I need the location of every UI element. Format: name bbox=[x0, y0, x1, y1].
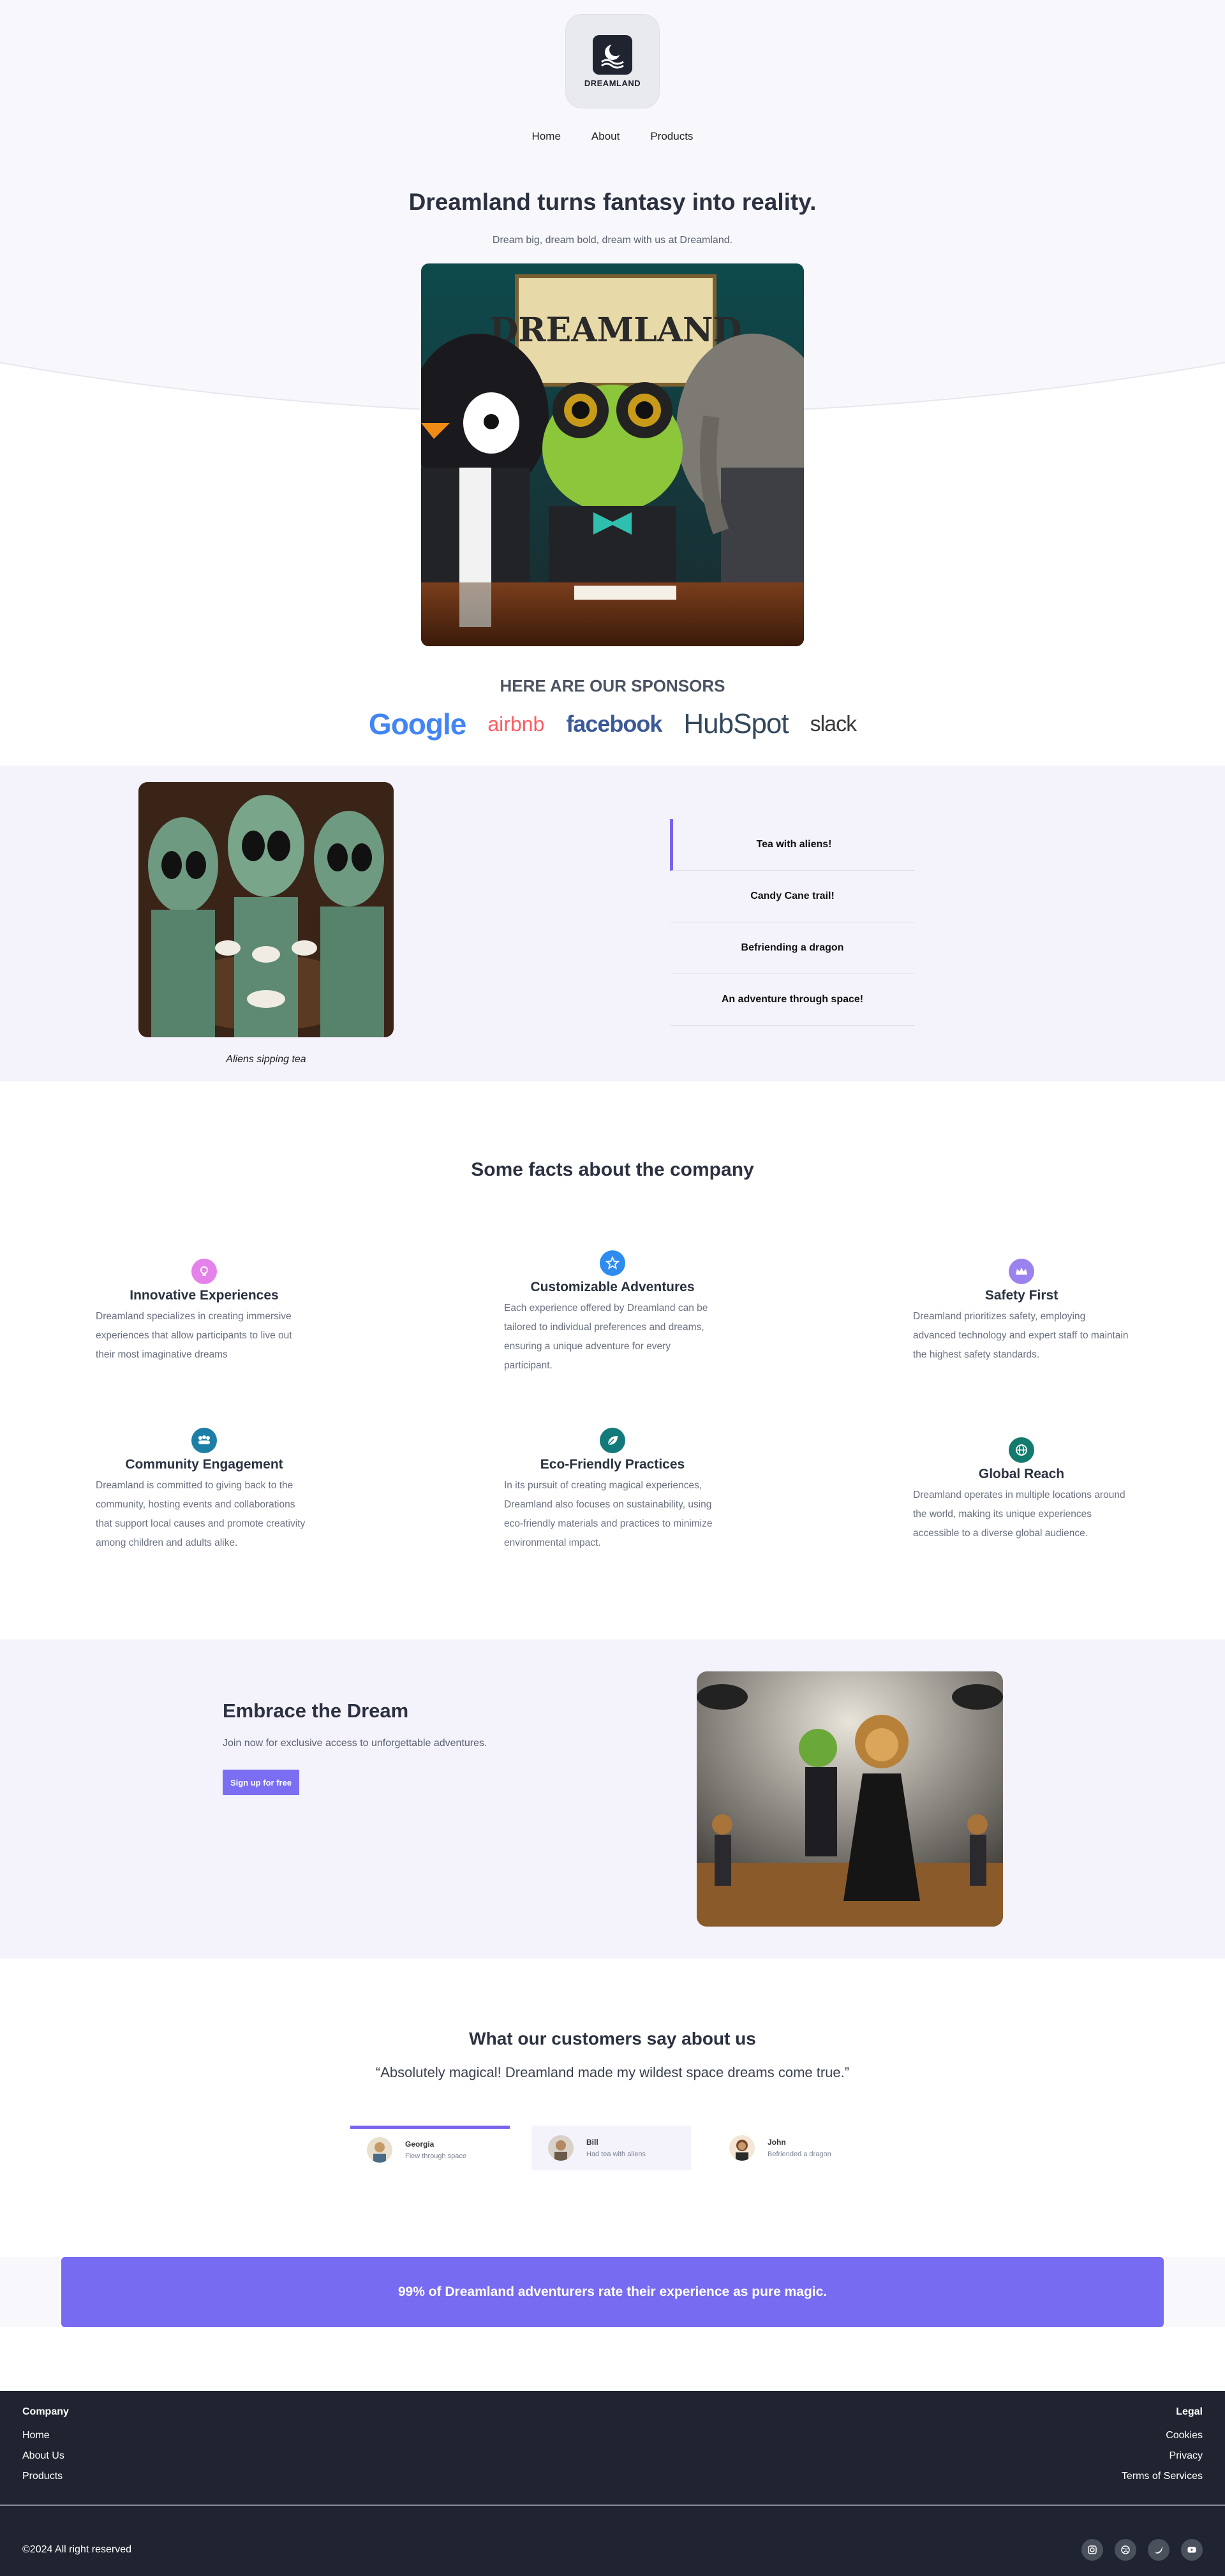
testimonial-name: John bbox=[768, 2138, 786, 2147]
fact-title: Customizable Adventures bbox=[530, 1280, 695, 1294]
testimonial-quote: “Absolutely magical! Dreamland made my w… bbox=[375, 2064, 850, 2080]
fact-text: In its pursuit of creating magical exper… bbox=[504, 1480, 713, 1548]
people-icon bbox=[191, 1428, 217, 1453]
fact-text: Dreamland specializes in creating immers… bbox=[96, 1311, 292, 1360]
footer: Company Home About Us Products Legal Coo… bbox=[0, 2391, 1225, 2576]
nav-home-link[interactable]: Home bbox=[532, 130, 561, 143]
slack-logo: slack bbox=[810, 711, 857, 736]
fact-card: Global Reach Dreamland operates in multi… bbox=[913, 1437, 1130, 1543]
footer-link-terms[interactable]: Terms of Services bbox=[1122, 2466, 1203, 2487]
fact-text: Dreamland prioritizes safety, employing … bbox=[913, 1311, 1129, 1360]
footer-link-products[interactable]: Products bbox=[22, 2466, 69, 2487]
sponsors-section: HERE ARE OUR SPONSORS Google airbnb face… bbox=[0, 657, 1225, 766]
footer-link-privacy[interactable]: Privacy bbox=[1122, 2446, 1203, 2466]
globe-icon bbox=[1009, 1437, 1034, 1463]
testimonial-card-bill[interactable]: Bill Had tea with aliens bbox=[531, 2126, 691, 2170]
youtube-icon[interactable] bbox=[1181, 2539, 1203, 2561]
stat-banner: 99% of Dreamland adventurers rate their … bbox=[61, 2257, 1164, 2327]
hero-image: DREAMLAND bbox=[421, 263, 804, 646]
embrace-image bbox=[697, 1671, 1003, 1927]
testimonial-card-georgia[interactable]: Georgia Flew through space bbox=[350, 2126, 510, 2170]
fact-title: Safety First bbox=[984, 1288, 1058, 1303]
copyright-text: ©2024 All right reserved bbox=[22, 2544, 131, 2555]
tab-befriending-a-dragon[interactable]: Befriending a dragon bbox=[670, 922, 915, 974]
nav-products-link[interactable]: Products bbox=[650, 130, 693, 143]
fact-card: Customizable Adventures Each experience … bbox=[504, 1250, 721, 1375]
twitter-icon[interactable] bbox=[1148, 2539, 1169, 2561]
testimonial-selector: Georgia Flew through space Bill Had tea … bbox=[350, 2126, 872, 2170]
hero-subtitle: Dream big, dream bold, dream with us at … bbox=[492, 235, 733, 246]
footer-company-heading: Company bbox=[22, 2406, 69, 2417]
fact-text: Each experience offered by Dreamland can… bbox=[504, 1303, 708, 1371]
lightbulb-icon bbox=[191, 1259, 217, 1284]
fact-card: Safety First Dreamland prioritizes safet… bbox=[913, 1259, 1130, 1365]
testimonial-card-john[interactable]: John Befriended a dragon bbox=[713, 2126, 872, 2170]
testimonial-role: Flew through space bbox=[405, 2152, 466, 2160]
testimonial-role: Befriended a dragon bbox=[768, 2150, 831, 2158]
testimonial-role: Had tea with aliens bbox=[586, 2150, 646, 2158]
fact-text: Dreamland is committed to giving back to… bbox=[96, 1480, 306, 1548]
testimonial-name: Georgia bbox=[405, 2139, 434, 2149]
footer-link-about-us[interactable]: About Us bbox=[22, 2446, 69, 2466]
embrace-title: Embrace the Dream bbox=[223, 1699, 409, 1722]
footer-legal-column: Legal Cookies Privacy Terms of Services bbox=[1122, 2406, 1203, 2487]
experience-image bbox=[138, 782, 394, 1037]
experience-tabs: Tea with aliens! Candy Cane trail! Befri… bbox=[670, 819, 915, 1026]
sponsors-title: HERE ARE OUR SPONSORS bbox=[500, 676, 725, 695]
sponsor-logos: Google airbnb facebook HubSpot slack bbox=[0, 707, 1225, 741]
leaf-icon bbox=[600, 1428, 625, 1453]
fact-title: Innovative Experiences bbox=[130, 1288, 279, 1303]
star-icon bbox=[600, 1250, 625, 1276]
testimonials-section: What our customers say about us “Absolut… bbox=[0, 1958, 1225, 2257]
footer-legal-heading: Legal bbox=[1176, 2406, 1203, 2417]
avatar bbox=[367, 2136, 392, 2163]
tab-candy-cane-trail[interactable]: Candy Cane trail! bbox=[670, 871, 915, 922]
logo-text: DREAMLAND bbox=[584, 78, 641, 88]
embrace-section: Embrace the Dream Join now for exclusive… bbox=[0, 1640, 1225, 1958]
facts-title: Some facts about the company bbox=[471, 1159, 754, 1180]
google-logo: Google bbox=[368, 707, 466, 741]
embrace-text: Join now for exclusive access to unforge… bbox=[223, 1738, 487, 1749]
hero-sign-text: DREAMLAND bbox=[489, 311, 741, 350]
fact-card: Innovative Experiences Dreamland special… bbox=[96, 1259, 313, 1365]
testimonial-name: Bill bbox=[586, 2138, 598, 2147]
testimonials-title: What our customers say about us bbox=[469, 2029, 756, 2048]
fact-title: Eco-Friendly Practices bbox=[540, 1457, 685, 1472]
experience-caption: Aliens sipping tea bbox=[226, 1054, 306, 1065]
tab-adventure-through-space[interactable]: An adventure through space! bbox=[670, 974, 915, 1026]
avatar bbox=[548, 2135, 574, 2161]
hubspot-logo: HubSpot bbox=[683, 708, 789, 739]
fact-card: Eco-Friendly Practices In its pursuit of… bbox=[504, 1428, 721, 1553]
fact-title: Community Engagement bbox=[125, 1457, 283, 1472]
crown-icon bbox=[1009, 1259, 1034, 1284]
airbnb-logo: airbnb bbox=[487, 712, 545, 736]
fact-card: Community Engagement Dreamland is commit… bbox=[96, 1428, 313, 1553]
avatar bbox=[729, 2135, 755, 2161]
social-links bbox=[1081, 2539, 1203, 2561]
main-nav: Home About Products bbox=[0, 130, 1225, 143]
facts-section: Some facts about the company Innovative … bbox=[0, 1081, 1225, 1640]
instagram-icon[interactable] bbox=[1081, 2539, 1103, 2561]
sign-up-button[interactable]: Sign up for free bbox=[223, 1770, 299, 1795]
footer-divider bbox=[0, 2505, 1225, 2506]
brand-logo[interactable]: DREAMLAND bbox=[565, 14, 660, 108]
tab-tea-with-aliens[interactable]: Tea with aliens! bbox=[670, 819, 915, 871]
experiences-section: Aliens sipping tea Tea with aliens! Cand… bbox=[0, 766, 1225, 1081]
stat-section: 99% of Dreamland adventurers rate their … bbox=[0, 2257, 1225, 2327]
moon-icon bbox=[593, 34, 632, 75]
nav-about-link[interactable]: About bbox=[591, 130, 620, 143]
fact-title: Global Reach bbox=[978, 1467, 1065, 1481]
footer-link-cookies[interactable]: Cookies bbox=[1122, 2425, 1203, 2446]
fact-text: Dreamland operates in multiple locations… bbox=[913, 1490, 1125, 1539]
dribbble-icon[interactable] bbox=[1115, 2539, 1136, 2561]
hero-section: DREAMLAND Home About Products Dreamland … bbox=[0, 0, 1225, 657]
footer-link-home[interactable]: Home bbox=[22, 2425, 69, 2446]
facebook-logo: facebook bbox=[566, 711, 662, 737]
footer-company-column: Company Home About Us Products bbox=[22, 2406, 69, 2487]
hero-title: Dreamland turns fantasy into reality. bbox=[408, 189, 817, 215]
